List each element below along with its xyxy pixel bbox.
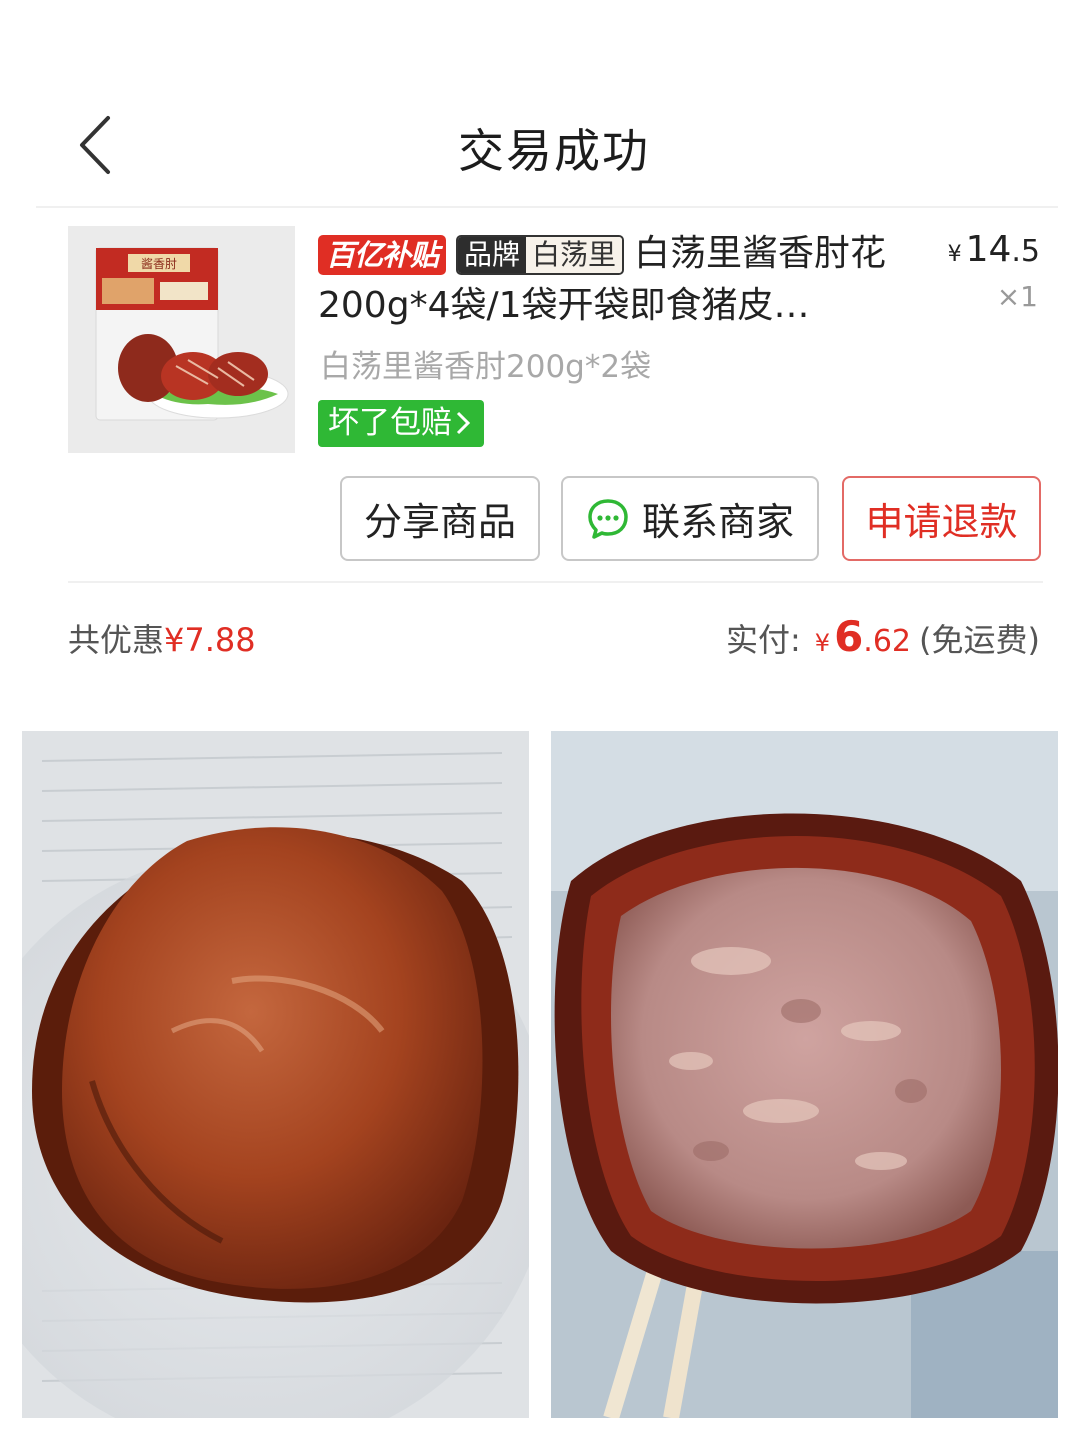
product-spec: 白荡里酱香肘200g*2袋: [320, 349, 652, 385]
subsidy-badge: 百亿补贴: [318, 235, 447, 275]
product-quantity: ×1: [996, 280, 1038, 313]
product-thumbnail[interactable]: 酱香肘: [68, 226, 295, 453]
contact-merchant-button[interactable]: 联系商家: [561, 476, 819, 561]
brand-badge-value: 白荡里: [526, 237, 623, 273]
chat-bubble-icon: [588, 498, 628, 539]
pork-knuckle-cross-section-image: [551, 731, 1058, 1418]
contact-merchant-label: 联系商家: [641, 500, 794, 544]
price-currency: ¥: [947, 242, 962, 267]
discount-summary: 共优惠¥7.88: [68, 615, 256, 661]
discount-label: 共优惠: [68, 621, 165, 659]
review-photo-sliced-pork-knuckle[interactable]: [551, 731, 1058, 1418]
paid-decimal: .62: [863, 624, 912, 659]
apply-refund-button[interactable]: 申请退款: [842, 476, 1041, 561]
share-product-label: 分享商品: [363, 500, 516, 544]
paid-currency: ¥: [814, 629, 831, 657]
review-photo-whole-pork-knuckle[interactable]: [22, 731, 529, 1418]
divider: [36, 206, 1058, 208]
paid-label: 实付:: [725, 621, 801, 659]
header: 交易成功: [0, 0, 1080, 205]
paid-summary: 实付: ¥ 6 .62 (免运费): [726, 612, 1040, 661]
brand-badge-key: 品牌: [458, 237, 527, 273]
price-decimal: .5: [1011, 234, 1040, 269]
product-title[interactable]: 百亿补贴 品牌 白荡里 白荡里酱香肘花200g*4袋/1袋开袋即食猪皮…: [318, 228, 918, 332]
shipping-note: (免运费): [919, 621, 1040, 659]
pork-knuckle-image: [22, 731, 529, 1418]
brand-badge: 品牌 白荡里: [456, 235, 625, 275]
product-package-image: 酱香肘: [68, 226, 295, 453]
price-integer: 14: [965, 229, 1012, 270]
product-price: ¥14.5: [948, 228, 1040, 277]
svg-text:酱香肘: 酱香肘: [141, 256, 177, 271]
apply-refund-label: 申请退款: [865, 500, 1018, 544]
guarantee-badge[interactable]: 坏了包赔: [318, 400, 484, 447]
share-product-button[interactable]: 分享商品: [340, 476, 540, 561]
divider: [68, 581, 1043, 583]
discount-amount: ¥7.88: [164, 621, 256, 659]
chevron-right-icon: [456, 411, 471, 434]
guarantee-label: 坏了包赔: [328, 405, 452, 441]
paid-integer: 6: [834, 612, 864, 661]
page-title: 交易成功: [458, 124, 650, 178]
